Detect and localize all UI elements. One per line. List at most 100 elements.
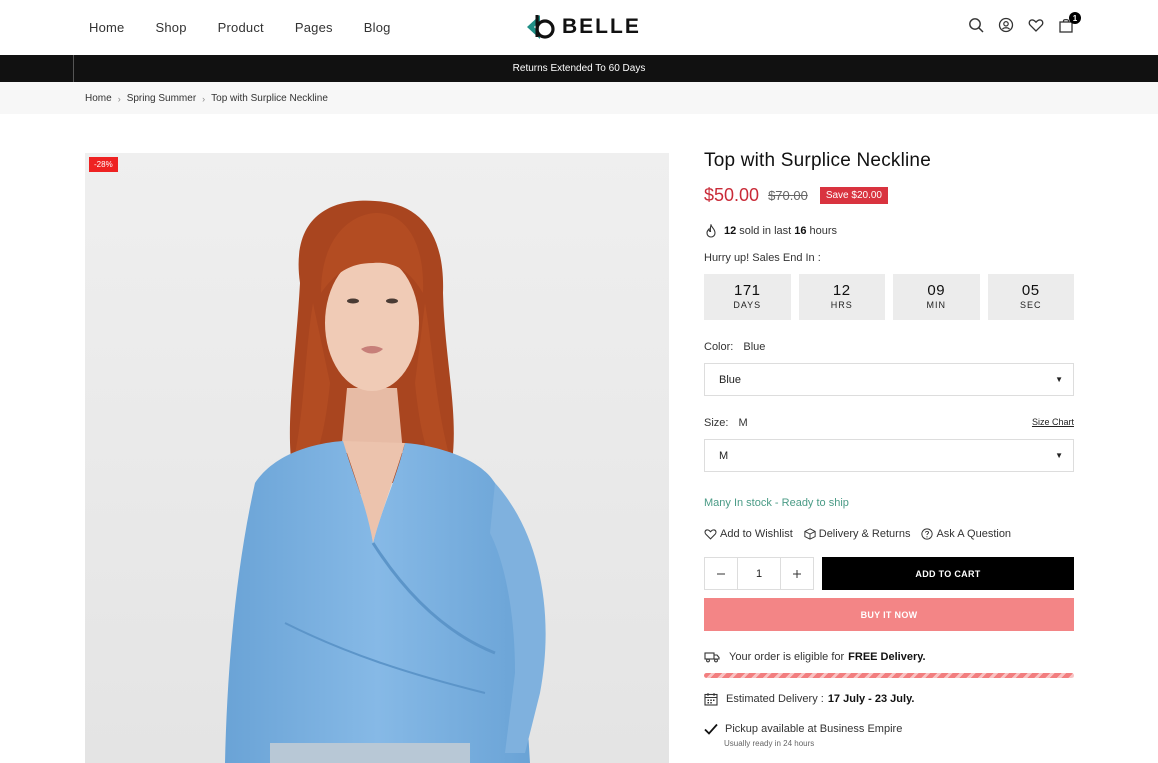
countdown-hours: 12 HRS <box>798 274 885 320</box>
estimated-range: 17 July - 23 July. <box>827 693 915 705</box>
cart-bag-icon[interactable]: 1 <box>1058 12 1081 33</box>
product-image[interactable]: -28% <box>85 153 669 763</box>
checkmark-icon <box>704 723 718 735</box>
countdown-value: 09 <box>927 282 946 299</box>
announcement-text: Returns Extended To 60 Days <box>512 63 646 74</box>
wishlist-heart-icon[interactable] <box>1028 17 1044 33</box>
quantity-input[interactable]: 1 <box>737 558 781 589</box>
minus-icon <box>717 573 726 574</box>
product-details: Top with Surplice Neckline $50.00 $70.00… <box>704 150 1074 748</box>
site-header: Home Shop Product Pages Blog BELLE 1 <box>0 0 1158 55</box>
fire-icon <box>704 224 718 238</box>
main-nav: Home Shop Product Pages Blog <box>89 20 422 35</box>
breadcrumb: Home › Spring Summer › Top with Surplice… <box>85 93 328 104</box>
site-logo[interactable]: BELLE <box>526 12 641 42</box>
size-label: Size: <box>704 417 729 429</box>
color-select[interactable]: Blue ▼ <box>704 363 1074 396</box>
free-delivery-progress-bar <box>704 673 1074 678</box>
breadcrumb-bar: Home › Spring Summer › Top with Surplice… <box>0 82 1158 114</box>
nav-shop[interactable]: Shop <box>155 20 186 35</box>
breadcrumb-home[interactable]: Home <box>85 93 112 104</box>
countdown-seconds: 05 SEC <box>987 274 1074 320</box>
logo-text: BELLE <box>562 15 641 38</box>
logo-mark-icon <box>526 12 558 42</box>
nav-product[interactable]: Product <box>218 20 264 35</box>
price-row: $50.00 $70.00 Save $20.00 <box>704 185 1074 206</box>
add-to-wishlist-link[interactable]: Add to Wishlist <box>704 528 793 540</box>
free-delivery-text: Your order is eligible for <box>729 651 845 663</box>
breadcrumb-spring-summer[interactable]: Spring Summer <box>127 93 196 104</box>
nav-blog[interactable]: Blog <box>364 20 391 35</box>
cart-row: 1 ADD TO CART <box>704 557 1074 590</box>
countdown-days: 171 DAYS <box>704 274 791 320</box>
ask-question-label: Ask A Question <box>936 528 1012 540</box>
sold-suffix: hours <box>809 225 838 237</box>
question-circle-icon <box>921 528 934 540</box>
box-icon <box>804 528 816 540</box>
breadcrumb-separator-icon: › <box>202 93 206 104</box>
cart-count-badge: 1 <box>1069 12 1081 24</box>
add-to-cart-button[interactable]: ADD TO CART <box>822 557 1074 590</box>
color-select-value: Blue <box>719 373 742 386</box>
size-select[interactable]: M ▼ <box>704 439 1074 472</box>
color-label-row: Color: Blue <box>704 341 1074 353</box>
countdown-unit: HRS <box>830 300 853 310</box>
countdown-value: 12 <box>832 282 851 299</box>
sold-count: 12 <box>724 225 737 237</box>
header-icons: 1 <box>968 12 1081 33</box>
color-selected-value: Blue <box>743 341 766 353</box>
countdown-unit: MIN <box>926 300 946 310</box>
save-badge: Save $20.00 <box>819 187 888 204</box>
free-delivery-info: Your order is eligible for FREE Delivery… <box>704 651 1074 663</box>
calendar-icon <box>704 693 718 706</box>
ask-question-link[interactable]: Ask A Question <box>921 528 1011 540</box>
heart-icon <box>704 529 717 540</box>
model-photo <box>85 153 669 763</box>
sold-text: sold in last <box>739 225 792 237</box>
search-icon[interactable] <box>968 17 984 33</box>
quantity-stepper: 1 <box>704 557 814 590</box>
pickup-text: Pickup available at Business Empire <box>725 723 903 735</box>
breadcrumb-current: Top with Surplice Neckline <box>211 93 328 104</box>
account-icon[interactable] <box>998 17 1014 33</box>
color-label: Color: <box>704 341 734 353</box>
estimated-delivery: Estimated Delivery : 17 July - 23 July. <box>704 692 1074 706</box>
size-selected-value: M <box>738 417 748 429</box>
free-delivery-bold: FREE Delivery. <box>848 651 926 663</box>
chevron-down-icon: ▼ <box>1055 451 1063 460</box>
pickup-note: Usually ready in 24 hours <box>724 739 815 748</box>
breadcrumb-separator-icon: › <box>117 93 121 104</box>
announcement-divider <box>73 55 74 82</box>
size-select-value: M <box>719 449 729 462</box>
estimated-label: Estimated Delivery : <box>726 693 824 705</box>
sold-info: 12 sold in last 16 hours <box>704 224 1074 238</box>
sale-countdown: 171 DAYS 12 HRS 09 MIN 05 SEC <box>704 274 1074 320</box>
pickup-info: Pickup available at Business Empire <box>704 723 1074 735</box>
sold-hours: 16 <box>794 225 807 237</box>
countdown-value: 05 <box>1021 282 1040 299</box>
countdown-minutes: 09 MIN <box>893 274 980 320</box>
add-to-wishlist-label: Add to Wishlist <box>720 528 793 540</box>
countdown-unit: DAYS <box>733 300 762 310</box>
chevron-down-icon: ▼ <box>1055 375 1063 384</box>
stock-status: Many In stock - Ready to ship <box>704 497 849 509</box>
size-chart-link[interactable]: Size Chart <box>1032 417 1074 429</box>
announcement-bar: Returns Extended To 60 Days <box>0 55 1158 82</box>
product-actions: Add to Wishlist Delivery & Returns Ask A… <box>704 528 1074 540</box>
buy-it-now-button[interactable]: BUY IT NOW <box>704 598 1074 631</box>
nav-pages[interactable]: Pages <box>295 20 333 35</box>
plus-icon <box>792 569 801 578</box>
current-price: $50.00 <box>704 185 760 205</box>
quantity-increase-button[interactable] <box>781 558 813 589</box>
hurry-text: Hurry up! Sales End In : <box>704 252 821 264</box>
delivery-returns-label: Delivery & Returns <box>818 528 911 540</box>
product-title: Top with Surplice Neckline <box>704 150 931 171</box>
size-label-row: Size: M Size Chart <box>704 417 1074 429</box>
truck-icon <box>704 652 720 663</box>
countdown-unit: SEC <box>1019 300 1042 310</box>
delivery-returns-link[interactable]: Delivery & Returns <box>804 528 911 540</box>
nav-home[interactable]: Home <box>89 20 124 35</box>
quantity-decrease-button[interactable] <box>705 558 737 589</box>
countdown-value: 171 <box>733 282 761 299</box>
discount-badge: -28% <box>89 157 118 172</box>
